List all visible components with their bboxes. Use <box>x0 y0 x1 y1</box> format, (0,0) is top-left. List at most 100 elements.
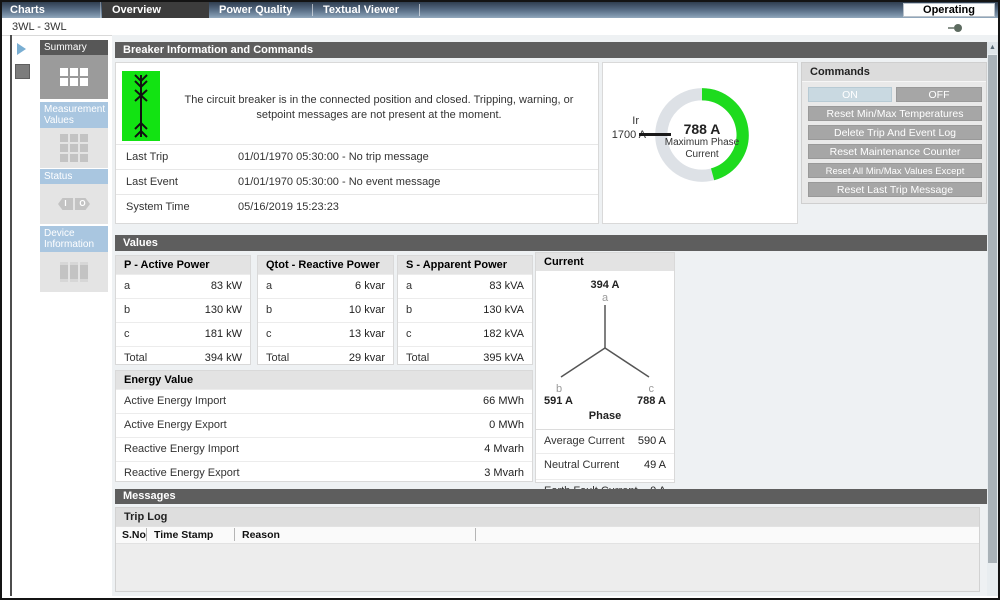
delete-trip-event-log-button[interactable]: Delete Trip And Event Log <box>808 125 982 140</box>
row-value: 83 kW <box>211 280 242 292</box>
top-tab-bar: Charts Overview Power Quality Textual Vi… <box>2 2 998 18</box>
row-label: Total <box>406 352 429 364</box>
play-icon[interactable] <box>17 43 26 55</box>
trip-log-panel: Trip Log S.No Time Stamp Reason <box>115 507 980 592</box>
section-header-values: Values <box>115 235 987 251</box>
row-label: Reactive Energy Export <box>124 467 240 479</box>
phasor-lines <box>536 303 674 383</box>
row-label: a <box>266 280 272 292</box>
row-value: 6 kvar <box>355 280 385 292</box>
row-value: 395 kVA <box>483 352 524 364</box>
apparent-power-card: S - Apparent Power a83 kVA b130 kVA c182… <box>397 255 533 365</box>
tab-charts[interactable]: Charts <box>2 2 101 18</box>
tab-power-quality[interactable]: Power Quality <box>209 2 312 18</box>
row-label: Total <box>266 352 289 364</box>
reset-last-trip-message-button[interactable]: Reset Last Trip Message <box>808 182 982 197</box>
phasor-diagram: 394 A a b 591 A c 788 A Phase <box>536 271 674 429</box>
phase-b-label: b <box>556 383 562 395</box>
neutral-current-value: 49 A <box>644 459 666 471</box>
sidebar-item-label: Device Information <box>40 226 108 252</box>
row-value: 394 kW <box>205 352 242 364</box>
row-label: c <box>124 328 130 340</box>
active-power-title: P - Active Power <box>116 256 250 274</box>
reset-all-minmax-values-button[interactable]: Reset All Min/Max Values Except Temperat… <box>808 163 982 178</box>
row-label: b <box>124 304 130 316</box>
trip-log-header-row[interactable]: S.No Time Stamp Reason <box>116 526 979 544</box>
avg-current-label: Average Current <box>544 435 625 447</box>
tab-overview[interactable]: Overview <box>102 2 209 18</box>
tab-textual-viewer[interactable]: Textual Viewer <box>313 2 419 18</box>
row-value: 181 kW <box>205 328 242 340</box>
col-reason[interactable]: Reason <box>242 529 280 541</box>
column-divider[interactable] <box>146 528 147 541</box>
column-divider[interactable] <box>475 528 476 541</box>
sidebar-item-label: Measurement Values <box>40 102 108 128</box>
row-value: 130 kVA <box>483 304 524 316</box>
collapse-handle-icon[interactable] <box>954 24 962 32</box>
io-toggle-icon: IO <box>58 198 90 210</box>
sidebar-item-device-information[interactable]: Device Information <box>40 226 108 292</box>
scrollbar-thumb[interactable] <box>988 55 997 563</box>
tab-separator <box>312 4 313 16</box>
off-button[interactable]: OFF <box>896 87 982 102</box>
last-trip-label: Last Trip <box>126 151 168 163</box>
breadcrumb: 3WL - 3WL <box>12 21 67 33</box>
gauge-label: Maximum Phase Current <box>651 137 753 161</box>
grid-3x3-icon <box>60 134 88 162</box>
commands-title: Commands <box>802 63 986 82</box>
last-event-value: 01/01/1970 05:30:00 - No event message <box>238 176 440 188</box>
row-value: 66 MWh <box>483 395 524 407</box>
tab-separator <box>419 4 420 16</box>
system-time-value: 05/16/2019 15:23:23 <box>238 201 339 213</box>
max-phase-current-gauge-panel: 788 A Maximum Phase Current Ir 1700 A <box>602 62 798 224</box>
col-sno[interactable]: S.No <box>122 529 146 541</box>
operating-mode-button[interactable]: Operating <box>903 3 995 17</box>
app-window: Charts Overview Power Quality Textual Vi… <box>0 0 1000 600</box>
stop-icon[interactable] <box>15 64 30 79</box>
breadcrumb-row: 3WL - 3WL <box>2 18 998 36</box>
row-label: a <box>124 280 130 292</box>
row-value: 29 kvar <box>349 352 385 364</box>
commands-panel: Commands ON OFF Reset Min/Max Temperatur… <box>801 62 987 204</box>
row-value: 130 kW <box>205 304 242 316</box>
row-value: 0 MWh <box>489 419 524 431</box>
grid-2x3-icon <box>60 68 88 86</box>
row-value: 10 kvar <box>349 304 385 316</box>
reset-minmax-temperatures-button[interactable]: Reset Min/Max Temperatures <box>808 106 982 121</box>
column-divider[interactable] <box>234 528 235 541</box>
sidebar-item-status[interactable]: Status IO <box>40 169 108 224</box>
row-label: b <box>266 304 272 316</box>
current-title: Current <box>536 253 674 271</box>
vertical-scrollbar[interactable]: ▲ <box>987 42 998 596</box>
row-value: 13 kvar <box>349 328 385 340</box>
row-label: Total <box>124 352 147 364</box>
row-label: Reactive Energy Import <box>124 443 239 455</box>
gauge-ref-name: Ir <box>603 115 639 127</box>
trip-log-title: Trip Log <box>116 508 979 526</box>
system-time-label: System Time <box>126 201 190 213</box>
last-event-label: Last Event <box>126 176 178 188</box>
row-label: c <box>406 328 412 340</box>
row-value: 182 kVA <box>483 328 524 340</box>
sidebar-item-label: Status <box>40 169 108 184</box>
section-header-breaker: Breaker Information and Commands <box>115 42 987 58</box>
last-event-row: Last Event 01/01/1970 05:30:00 - No even… <box>116 169 598 194</box>
reset-maintenance-counter-button[interactable]: Reset Maintenance Counter <box>808 144 982 159</box>
phase-c-label: c <box>649 383 655 395</box>
sidebar-item-summary[interactable]: Summary <box>40 40 108 99</box>
phase-c-value: 788 A <box>637 395 666 407</box>
breaker-connected-icon <box>122 71 160 141</box>
charts-panel-splitter[interactable] <box>10 35 12 596</box>
energy-value-panel: Energy Value Active Energy Import66 MWh … <box>115 370 533 482</box>
sidebar-item-measurement-values[interactable]: Measurement Values <box>40 102 108 168</box>
row-value: 83 kVA <box>489 280 524 292</box>
neutral-current-label: Neutral Current <box>544 459 619 471</box>
row-label: c <box>266 328 272 340</box>
scroll-up-icon[interactable]: ▲ <box>987 42 998 54</box>
col-time-stamp[interactable]: Time Stamp <box>154 529 213 541</box>
energy-value-title: Energy Value <box>116 371 532 389</box>
on-button[interactable]: ON <box>808 87 892 102</box>
gauge-ref-pointer <box>639 133 671 136</box>
system-time-row: System Time 05/16/2019 15:23:23 <box>116 194 598 219</box>
row-label: b <box>406 304 412 316</box>
